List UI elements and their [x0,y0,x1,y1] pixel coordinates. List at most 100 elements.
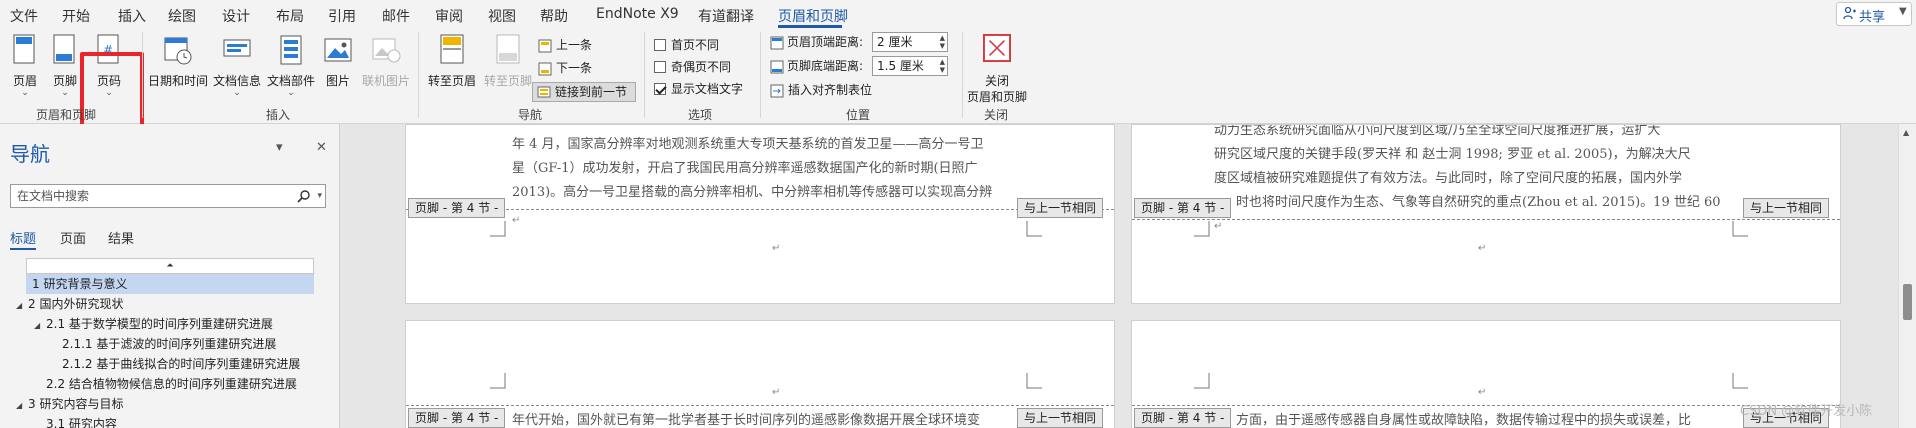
doc-info-icon [223,39,251,57]
tab-insert[interactable]: 插入 [118,6,146,26]
insert-alignment-tab-label: 插入对齐制表位 [788,83,873,97]
checkbox-box [654,38,666,51]
nav-heading-label: 2.1.2 基于曲线拟合的时间序列重建研究进展 [62,357,301,371]
footer-section-tag: 页脚 - 第 4 节 - [1134,198,1232,218]
nav-tab-indicator [10,248,36,250]
same-as-previous-tag: 与上一节相同 [1017,198,1104,218]
online-picture-button[interactable]: 联机图片 [358,34,414,104]
spin-arrows-icon[interactable]: ▲ ▼ [940,58,945,74]
expand-triangle-icon[interactable]: ◢ [34,316,46,336]
paragraph-mark-icon: ↵ [512,215,521,226]
search-icon[interactable] [297,189,311,203]
page[interactable]: 动力生态系统研究面临从小问尺度到区域/乃至全球空间尺度推进扩展，运扩大 研究区域… [1131,124,1841,304]
paragraph-mark-icon: ↵ [772,387,781,398]
nav-tab-headings[interactable]: 标题 [10,228,36,247]
footer-bottom-distance-input[interactable]: 1.5 厘米 ▲ ▼ [872,56,948,76]
show-document-text-checkbox[interactable]: 显示文档文字 [654,80,743,98]
nav-heading-item[interactable]: ◢ 3 研究内容与目标 [16,394,123,414]
footer-boundary-line [1132,405,1840,406]
footer-section-tag: 页脚 - 第 4 节 - [408,198,506,218]
header-top-distance-input[interactable]: 2 厘米 ▲ ▼ [872,32,948,52]
tab-endnote[interactable]: EndNote X9 [596,6,679,22]
expand-triangle-icon[interactable]: ◢ [16,396,28,416]
nav-heading-label: 2 国内外研究现状 [28,297,124,311]
nav-heading-item[interactable]: 2.1.1 基于滤波的时间序列重建研究进展 [62,334,276,354]
scrollbar-thumb[interactable] [1903,284,1912,320]
doc-parts-icon [280,35,302,65]
group-separator [142,32,143,118]
same-as-previous-tag: 与上一节相同 [1017,408,1104,428]
nav-heading-item[interactable]: 2.2 结合植物物候信息的时间序列重建研究进展 [46,374,297,394]
nav-heading-item[interactable]: 2.1.2 基于曲线拟合的时间序列重建研究进展 [62,354,300,374]
corner-mark [490,373,506,389]
expand-triangle-icon[interactable]: ◢ [16,296,28,316]
insert-alignment-tab-button[interactable]: 插入对齐制表位 [770,81,872,99]
odd-even-different-checkbox[interactable]: 奇偶页不同 [654,58,731,76]
corner-mark [1194,221,1210,237]
tab-draw[interactable]: 绘图 [168,6,196,26]
same-as-previous-tag: 与上一节相同 [1743,198,1830,218]
page[interactable]: ↵ 年代开始，国外就已有第一批学者基于长时间序列的遥感影像数据开展全球环境变 页… [405,320,1115,428]
date-time-button[interactable]: 日期和时间 [146,34,210,104]
goto-footer-button[interactable]: 转至页脚 [480,34,536,104]
next-button[interactable]: 下一条 [538,59,592,77]
body-text-line: 动力生态系统研究面临从小问尺度到区域/乃至全球空间尺度推进扩展，运扩大 [1214,124,1661,138]
tab-references[interactable]: 引用 [328,6,356,26]
nav-tab-results[interactable]: 结果 [108,228,134,247]
tab-home[interactable]: 开始 [62,6,90,26]
tab-help[interactable]: 帮助 [540,6,568,26]
word-window: 文件 开始 插入 绘图 设计 布局 引用 邮件 审阅 视图 帮助 EndNote… [0,0,1916,428]
share-button[interactable]: 共享 ▼ [1836,2,1912,26]
chevron-down-icon: ⌄ [21,88,29,98]
online-picture-icon [372,38,401,63]
doc-parts-label: 文档部件 [266,74,315,88]
vertical-scrollbar[interactable]: ▲ [1898,124,1916,428]
doc-info-button[interactable]: 文档信息 ⌄ [210,34,264,104]
goto-footer-icon [496,34,520,64]
collapse-all-bar[interactable]: ⏶ [26,258,314,274]
header-icon [13,34,35,64]
goto-header-button[interactable]: 转至页眉 [424,34,480,104]
body-text-line: 2013)。高分一号卫星搭载的高分辨率相机、中分辨率相机等传感器可以实现高分辨 [512,185,993,200]
doc-parts-button[interactable]: 文档部件 ⌄ [264,34,318,104]
tab-file[interactable]: 文件 [10,6,38,26]
nav-close-icon[interactable]: ✕ [316,140,327,155]
tab-layout[interactable]: 布局 [276,6,304,26]
page[interactable]: ↵ 方面，由于遥感传感器自身属性或故障缺陷，数据传输过程中的损失或误差，比 页脚… [1131,320,1841,428]
tab-mailings[interactable]: 邮件 [382,6,410,26]
footer-button[interactable]: 页脚 ⌄ [46,34,84,104]
nav-heading-item[interactable]: 1 研究背景与意义 [26,274,314,294]
header-button[interactable]: 页眉 ⌄ [6,34,44,104]
paragraph-mark-icon: ↵ [1478,387,1487,398]
chevron-down-icon[interactable]: ▾ [317,185,322,207]
nav-heading-item[interactable]: ◢ 2.1 基于数学模型的时间序列重建研究进展 [34,314,273,334]
first-page-different-checkbox[interactable]: 首页不同 [654,36,719,54]
tab-view[interactable]: 视图 [488,6,516,26]
nav-tab-pages[interactable]: 页面 [60,228,86,247]
goto-footer-label: 转至页脚 [483,74,532,88]
nav-heading-item[interactable]: 3.1 研究内容 [46,414,117,428]
tab-header-footer[interactable]: 页眉和页脚 [778,6,848,26]
nav-heading-item[interactable]: ◢ 2 国内外研究现状 [16,294,123,314]
picture-button[interactable]: 图片 [320,34,356,104]
spin-arrows-icon[interactable]: ▲ ▼ [940,34,945,50]
tab-design[interactable]: 设计 [222,6,250,26]
tab-review[interactable]: 审阅 [435,6,463,26]
checkbox-box [654,60,666,73]
nav-search-input[interactable]: 在文档中搜索 ▾ [10,184,326,208]
group-label-nav: 导航 [518,108,543,122]
picture-label: 图片 [325,74,350,88]
link-to-previous-button[interactable]: 链接到前一节 [532,82,636,102]
group-label-insert: 插入 [266,108,291,122]
previous-button[interactable]: 上一条 [538,36,592,54]
body-text-line: 年 4 月，国家高分辨率对地观测系统重大专项天基系统的首发卫星——高分一号卫 [512,137,984,152]
scroll-up-arrow-icon[interactable]: ▲ [1903,128,1909,137]
chevron-down-icon: ⌄ [61,88,69,98]
body-text-line: 星（GF-1）成功发射，开启了我国民用高分辨率遥感数据国产化的新时期(日照广 [512,161,978,176]
page[interactable]: 年 4 月，国家高分辨率对地观测系统重大专项天基系统的首发卫星——高分一号卫 星… [405,124,1115,304]
nav-options-chevron-icon[interactable]: ▾ [276,140,283,155]
footer-bottom-distance-value: 1.5 厘米 [877,59,924,73]
close-header-footer-button[interactable]: 关闭 页眉和页脚 [964,34,1030,108]
tab-youdao[interactable]: 有道翻译 [698,6,754,26]
corner-mark [1026,373,1042,389]
